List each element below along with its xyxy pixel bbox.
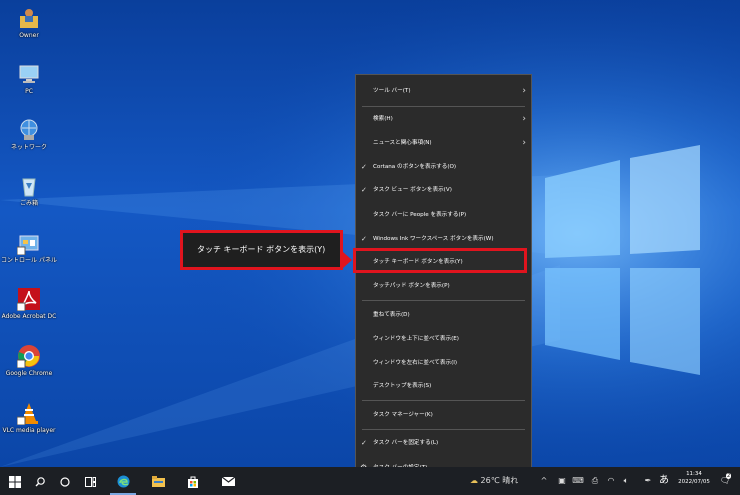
- chevron-right-icon: ›: [522, 114, 526, 124]
- control-panel-icon: [16, 231, 41, 256]
- folder-icon: [151, 476, 165, 487]
- adobe-acrobat-icon: [16, 287, 41, 312]
- menu-separator: [362, 106, 525, 107]
- edge-icon: [117, 475, 129, 488]
- desktop-icon-control-panel[interactable]: コントロール パネル: [0, 231, 62, 265]
- store-bag-icon: [188, 476, 198, 488]
- tray-icon-keyboard[interactable]: ⌨: [572, 467, 584, 495]
- tray-icon-usb[interactable]: ⎙: [589, 467, 601, 495]
- desktop-icon-recycle-bin[interactable]: ごみ箱: [0, 174, 62, 208]
- checkmark-icon: ✓: [361, 163, 367, 171]
- cortana-circle-icon: [60, 476, 70, 487]
- taskbar[interactable]: ☁ 26℃ 晴れ ^ ▣ ⌨ ⎙ ◠ 🔈︎ ✒ あ 11:34 2022/07/…: [0, 467, 740, 495]
- chrome-icon: [16, 344, 41, 369]
- desktop-icon-adobe-acrobat[interactable]: Adobe Acrobat DC: [0, 287, 62, 321]
- menu-item-show-desktop[interactable]: デスクトップを表示(S): [356, 375, 531, 397]
- task-view-icon: [84, 476, 96, 487]
- desktop-icon-label: VLC media player: [2, 427, 56, 434]
- menu-item-show-windows-ink[interactable]: ✓ Windows Ink ワークスペース ボタンを表示(W): [356, 228, 531, 250]
- start-button[interactable]: [2, 467, 28, 495]
- desktop-icon-label: コントロール パネル: [1, 257, 57, 264]
- recycle-bin-icon: [17, 174, 41, 198]
- menu-item-show-cortana[interactable]: ✓ Cortana のボタンを表示する(O): [356, 156, 531, 178]
- clock-time: 11:34: [686, 471, 702, 477]
- weather-widget[interactable]: ☁ 26℃ 晴れ: [470, 467, 534, 495]
- menu-item-stack-vertically[interactable]: ウィンドウを上下に並べて表示(E): [356, 328, 531, 350]
- task-view-button[interactable]: [80, 467, 100, 495]
- menu-item-cascade[interactable]: 重ねて表示(D): [356, 304, 531, 326]
- checkmark-icon: ✓: [361, 235, 367, 243]
- callout-arrow: [343, 252, 352, 268]
- wifi-icon: ◠: [607, 476, 615, 485]
- menu-item-search[interactable]: 検索(H) ›: [356, 108, 531, 130]
- desktop-icon-owner[interactable]: Owner: [0, 6, 62, 40]
- menu-item-show-task-view[interactable]: ✓ タスク ビュー ボタンを表示(V): [356, 179, 531, 201]
- search-icon: [35, 476, 45, 486]
- notification-button[interactable]: 🗨︎ 2: [716, 467, 734, 495]
- weather-cloud-icon: ☁: [470, 476, 478, 485]
- chevron-up-icon: ^: [540, 476, 548, 485]
- menu-separator: [362, 429, 525, 430]
- pen-icon: ✒: [644, 476, 652, 485]
- chevron-right-icon: ›: [522, 86, 526, 96]
- menu-item-show-people[interactable]: タスク バーに People を表示する(P): [356, 204, 531, 226]
- clock[interactable]: 11:34 2022/07/05: [672, 470, 716, 486]
- network-icon: [17, 118, 41, 142]
- desktop-icon-vlc[interactable]: VLC media player: [0, 401, 62, 435]
- desktop-icon-label: PC: [25, 88, 33, 95]
- ime-indicator[interactable]: あ: [657, 467, 671, 495]
- windows-logo-icon: [9, 475, 21, 488]
- device-icon: ⎙: [591, 476, 599, 485]
- menu-separator: [362, 400, 525, 401]
- desktop-icon-label: Owner: [19, 32, 39, 39]
- desktop-icon-label: ごみ箱: [19, 200, 38, 207]
- taskbar-app-file-explorer[interactable]: [145, 467, 171, 495]
- menu-item-lock-taskbar[interactable]: ✓ タスク バーを固定する(L): [356, 432, 531, 454]
- taskbar-context-menu: ツール バー(T) › 検索(H) › ニュースと関心事項(N) › ✓ Cor…: [355, 74, 532, 482]
- menu-item-toolbar[interactable]: ツール バー(T) ›: [356, 80, 531, 102]
- menu-separator: [362, 300, 525, 301]
- callout-box: タッチ キーボード ボタンを表示(Y): [180, 230, 343, 270]
- tray-icon-volume[interactable]: 🔈︎: [620, 467, 632, 495]
- highlight-frame: [353, 248, 527, 273]
- menu-item-task-manager[interactable]: タスク マネージャー(K): [356, 404, 531, 426]
- keyboard-icon: ⌨: [572, 476, 584, 485]
- desktop-icon-label: Google Chrome: [5, 370, 53, 377]
- tray-icon-tablet[interactable]: ▣: [556, 467, 568, 495]
- desktop-icon-pc[interactable]: PC: [0, 62, 62, 96]
- tray-icon-pen[interactable]: ✒: [642, 467, 654, 495]
- taskbar-app-mail[interactable]: [215, 467, 241, 495]
- menu-item-show-touchpad[interactable]: タッチパッド ボタンを表示(P): [356, 275, 531, 297]
- clock-date: 2022/07/05: [678, 479, 710, 485]
- computer-icon: [17, 62, 41, 86]
- chevron-right-icon: ›: [522, 138, 526, 148]
- desktop-icon-label: ネットワーク: [10, 144, 47, 151]
- tablet-icon: ▣: [558, 476, 566, 485]
- taskbar-app-edge[interactable]: [110, 467, 136, 495]
- desktop-icon-network[interactable]: ネットワーク: [0, 118, 62, 152]
- user-folder-icon: [17, 6, 41, 30]
- menu-item-side-by-side[interactable]: ウィンドウを左右に並べて表示(I): [356, 352, 531, 374]
- notification-count: 2: [726, 473, 732, 479]
- menu-item-news-interests[interactable]: ニュースと関心事項(N) ›: [356, 132, 531, 154]
- tray-icon-wifi[interactable]: ◠: [605, 467, 617, 495]
- mail-icon: [221, 476, 235, 486]
- vlc-cone-icon: [16, 401, 41, 426]
- cortana-button[interactable]: [55, 467, 75, 495]
- volume-icon: 🔈︎: [623, 476, 629, 485]
- desktop-icon-label: Adobe Acrobat DC: [1, 313, 57, 320]
- weather-text: 26℃ 晴れ: [480, 476, 519, 485]
- search-button[interactable]: [30, 467, 50, 495]
- taskbar-app-store[interactable]: [180, 467, 206, 495]
- callout-text: タッチ キーボード ボタンを表示(Y): [197, 245, 326, 254]
- desktop-icon-google-chrome[interactable]: Google Chrome: [0, 344, 62, 378]
- checkmark-icon: ✓: [361, 439, 367, 447]
- checkmark-icon: ✓: [361, 186, 367, 194]
- show-hidden-icons-button[interactable]: ^: [538, 467, 550, 495]
